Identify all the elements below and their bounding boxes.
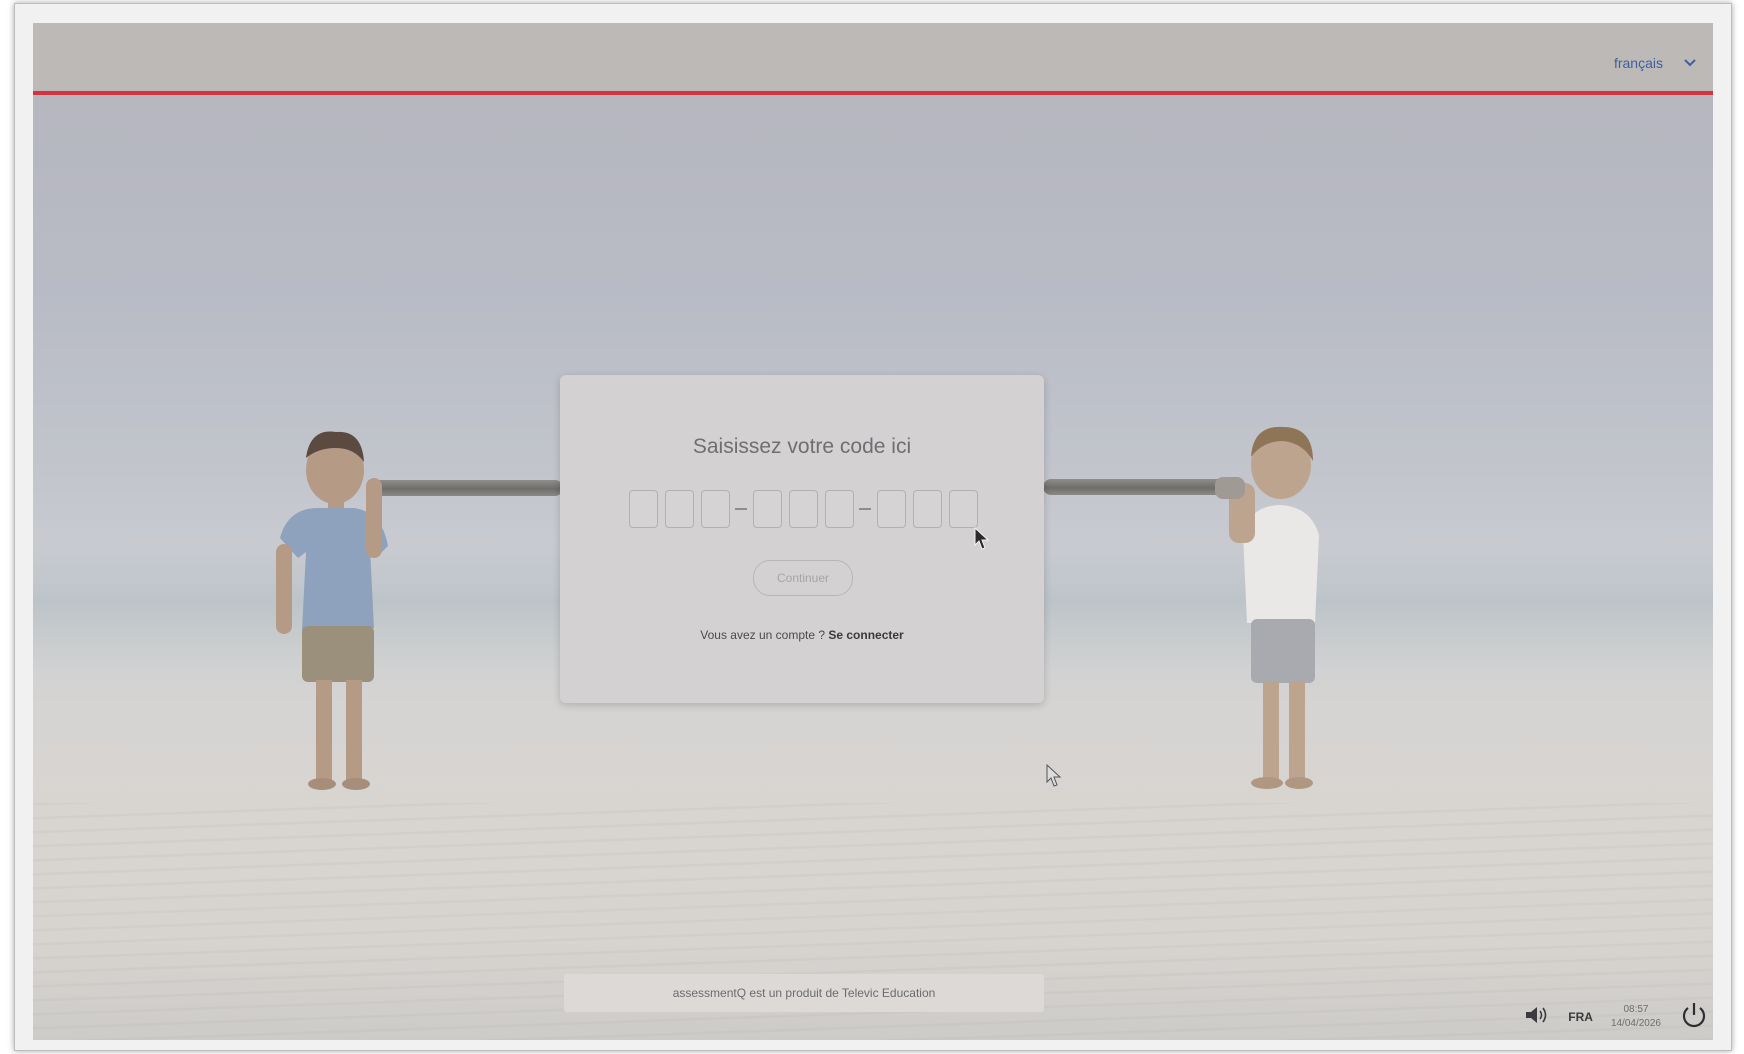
code-separator [735, 508, 747, 510]
code-input-row [629, 490, 985, 528]
account-prompt-text: Vous avez un compte ? [700, 628, 826, 642]
card-title: Saisissez votre code ici [692, 435, 912, 458]
system-tray: FRA 08:57 14/04/2026 [1524, 996, 1709, 1038]
clock-time: 08:57 [1623, 1004, 1649, 1015]
background-child-left [276, 431, 388, 790]
top-bar: français [33, 23, 1713, 91]
code-digit-input[interactable] [701, 490, 730, 528]
code-digit-input[interactable] [949, 490, 978, 528]
clock-date: 14/04/2026 [1610, 1018, 1661, 1029]
account-prompt-line: Vous avez un compte ? Se connecter [560, 628, 1044, 642]
mouse-cursor-icon [974, 527, 990, 550]
language-label: français [1613, 55, 1663, 71]
continue-button[interactable]: Continuer [753, 560, 853, 596]
code-digit-input[interactable] [913, 490, 942, 528]
code-digit-input[interactable] [665, 490, 694, 528]
clock: 08:57 14/04/2026 [1611, 1003, 1661, 1031]
code-digit-input[interactable] [753, 490, 782, 528]
power-icon[interactable] [1679, 1000, 1709, 1035]
product-footer: assessmentQ est un produit de Televic Ed… [564, 974, 1044, 1012]
mouse-cursor-ghost-icon [1046, 764, 1062, 787]
keyboard-language[interactable]: FRA [1568, 1010, 1593, 1024]
chevron-down-icon[interactable] [1683, 58, 1697, 68]
background-child-right [1215, 426, 1319, 789]
code-digit-input[interactable] [877, 490, 906, 528]
speaker-icon[interactable] [1524, 1005, 1550, 1030]
header-accent-line [33, 91, 1713, 95]
code-digit-input[interactable] [825, 490, 854, 528]
language-selector[interactable]: français [1614, 55, 1697, 71]
code-entry-card: Saisissez votre code ici Continuer Vous … [560, 375, 1044, 703]
code-separator [859, 508, 871, 510]
kiosk-screen: français Saisissez votre code ici Contin… [33, 23, 1713, 1040]
code-digit-input[interactable] [629, 490, 658, 528]
code-digit-input[interactable] [789, 490, 818, 528]
login-link[interactable]: Se connecter [828, 628, 903, 642]
